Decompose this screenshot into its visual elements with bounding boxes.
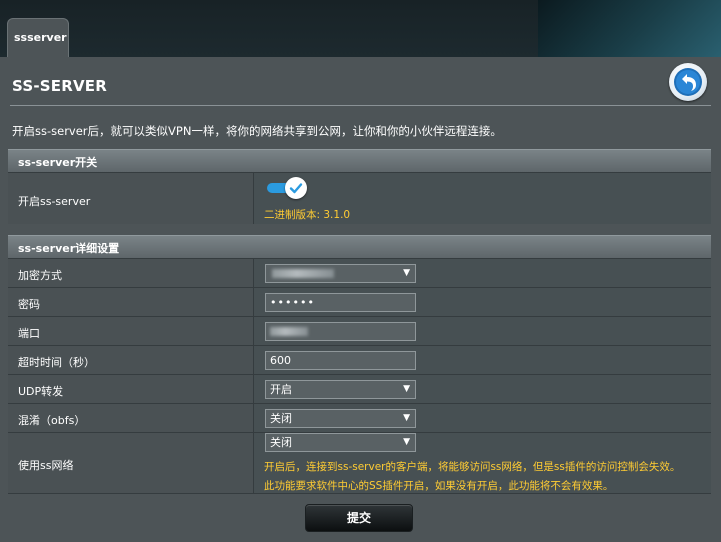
enable-row: 开启ss-server 二进制版本: 3.1.0 [8,172,711,224]
timeout-value-cell: 600 [254,346,711,374]
encryption-select[interactable]: ▼ [265,264,416,283]
use-ss-label: 使用ss网络 [18,459,74,472]
chevron-down-icon: ▼ [403,384,410,394]
page: ssserver SS-SERVER 开启ss-server后，就可以类似VPN… [0,0,721,542]
port-row: 端口 [8,316,711,345]
encryption-label-cell: 加密方式 [8,259,254,287]
page-title: SS-SERVER [12,77,107,95]
encryption-label: 加密方式 [18,269,62,282]
back-button[interactable] [669,63,707,101]
use-ss-selected-value: 关闭 [270,436,292,449]
use-ss-note-line2: 此功能要求软件中心的SS插件开启，如果没有开启，此功能将不会有效果。 [264,480,614,492]
detail-section-header: ss-server详细设置 [8,235,711,258]
title-divider [10,105,711,106]
switch-section-title: ss-server开关 [18,156,98,169]
use-ss-note-line1: 开启后，连接到ss-server的客户端，将能够访问ss网络，但是ss插件的访问… [264,461,681,473]
udp-select[interactable]: 开启 ▼ [265,380,416,399]
chevron-down-icon: ▼ [403,437,410,447]
check-icon [289,183,303,194]
port-label-cell: 端口 [8,317,254,345]
use-ss-value-cell: 关闭 ▼ 开启后，连接到ss-server的客户端，将能够访问ss网络，但是ss… [254,433,711,493]
udp-selected-value: 开启 [270,383,292,396]
password-value-cell: •••••• [254,288,711,316]
obfs-selected-value: 关闭 [270,412,292,425]
timeout-input[interactable]: 600 [265,351,416,370]
use-ss-select[interactable]: 关闭 ▼ [265,433,416,452]
udp-row: UDP转发 开启 ▼ [8,374,711,403]
timeout-row: 超时时间（秒） 600 [8,345,711,374]
obfs-label: 混淆（obfs） [18,414,86,427]
enable-value-cell: 二进制版本: 3.1.0 [254,173,711,224]
tab-ssserver[interactable]: ssserver [7,18,69,58]
encryption-row: 加密方式 ▼ [8,258,711,287]
redacted-value [270,327,308,336]
port-label: 端口 [18,327,40,340]
chevron-down-icon: ▼ [403,413,410,423]
password-input[interactable]: •••••• [265,293,416,312]
back-arrow-icon [674,68,702,96]
timeout-label-cell: 超时时间（秒） [8,346,254,374]
switch-section-header: ss-server开关 [8,149,711,172]
password-row: 密码 •••••• [8,287,711,316]
redacted-value [272,269,334,278]
udp-value-cell: 开启 ▼ [254,375,711,403]
header-banner-image [538,0,721,58]
port-input[interactable] [265,322,416,341]
page-description: 开启ss-server后，就可以类似VPN一样，将你的网络共享到公网，让你和你的… [12,124,502,138]
port-value-cell [254,317,711,345]
detail-section-title: ss-server详细设置 [18,242,120,255]
obfs-row: 混淆（obfs） 关闭 ▼ [8,403,711,432]
chevron-down-icon: ▼ [403,268,410,278]
timeout-label: 超时时间（秒） [18,356,95,369]
password-label: 密码 [18,298,40,311]
submit-button[interactable]: 提交 [305,504,413,532]
udp-label-cell: UDP转发 [8,375,254,403]
version-text: 二进制版本: 3.1.0 [264,209,351,221]
use-ss-row: 使用ss网络 关闭 ▼ 开启后，连接到ss-server的客户端，将能够访问ss… [8,432,711,494]
password-label-cell: 密码 [8,288,254,316]
udp-label: UDP转发 [18,385,64,398]
tab-label: ssserver [14,31,67,44]
obfs-value-cell: 关闭 ▼ [254,404,711,432]
enable-label: 开启ss-server [18,195,91,208]
obfs-label-cell: 混淆（obfs） [8,404,254,432]
enable-label-cell: 开启ss-server [8,173,254,224]
enable-toggle[interactable] [267,177,311,199]
encryption-value-cell: ▼ [254,259,711,287]
obfs-select[interactable]: 关闭 ▼ [265,409,416,428]
toggle-knob [285,177,307,199]
use-ss-label-cell: 使用ss网络 [8,433,254,493]
